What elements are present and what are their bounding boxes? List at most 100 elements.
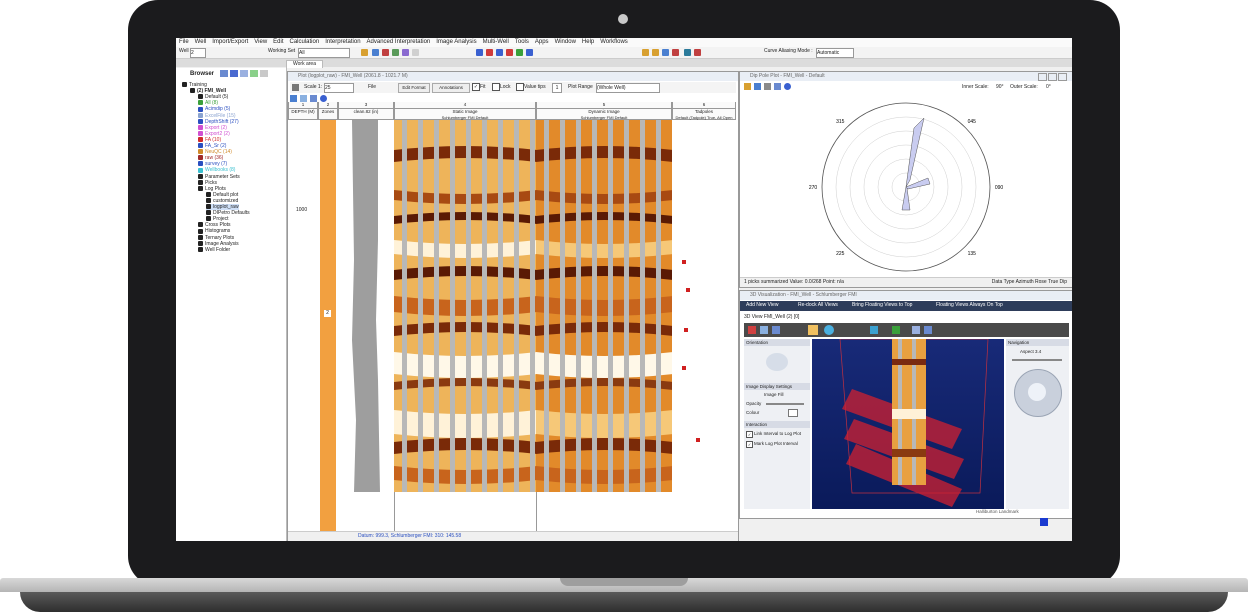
sn-icon[interactable] <box>496 49 503 56</box>
tree-item[interactable]: Export (2) <box>198 125 227 131</box>
always-on-top-button[interactable]: Floating Views Always On Top <box>936 302 1003 308</box>
refresh-icon[interactable] <box>320 95 327 102</box>
file-menu[interactable]: File <box>368 84 376 90</box>
tools-icon[interactable] <box>694 49 701 56</box>
outer-scale-value[interactable]: 0° <box>1046 84 1051 90</box>
3d-axes-icon[interactable] <box>870 326 878 334</box>
tree-item[interactable]: raw (36) <box>198 155 223 161</box>
track-header[interactable]: Zones <box>318 109 338 120</box>
chart-icon[interactable] <box>382 49 389 56</box>
tree-item[interactable]: Acimdip (5) <box>198 106 230 112</box>
annotations-button[interactable]: Annotations <box>432 83 470 93</box>
browser-home-icon[interactable] <box>220 70 228 77</box>
3d-cube-icon[interactable] <box>772 326 780 334</box>
redock-views-button[interactable]: Re-dock All Views <box>798 302 838 308</box>
maximize-icon[interactable] <box>1048 73 1057 81</box>
tree-item[interactable]: customized <box>206 198 238 204</box>
menu-item-window[interactable]: Window <box>552 38 579 47</box>
3d-color-icon[interactable] <box>748 326 756 334</box>
tree-item[interactable]: Cross Plots <box>198 222 231 228</box>
3d-rotate-icon[interactable] <box>824 325 834 335</box>
3d-view-tab[interactable]: 3D View FMI_Well (2) [0] <box>744 313 799 321</box>
browser-filter-icon[interactable] <box>240 70 248 77</box>
triangle-icon[interactable] <box>402 49 409 56</box>
value-tips-checkbox[interactable] <box>516 83 524 91</box>
menu-item-advanced-interpretation[interactable]: Advanced Interpretation <box>364 38 434 47</box>
add-new-view-button[interactable]: Add New View <box>746 302 778 308</box>
inner-scale-value[interactable]: 90° <box>996 84 1004 90</box>
browser-up-icon[interactable] <box>230 70 238 77</box>
tree-item[interactable]: Export2 (2) <box>198 131 230 137</box>
tree-item[interactable]: DIPetro Defaults <box>206 210 250 216</box>
opacity-slider[interactable] <box>766 403 804 405</box>
workflow-icon[interactable] <box>516 49 523 56</box>
tree-item[interactable]: (2) FMI_Well <box>190 88 226 94</box>
menu-item-tools[interactable]: Tools <box>512 38 532 47</box>
fit-checkbox[interactable]: ✓ <box>472 83 480 91</box>
zoom-icon[interactable] <box>300 95 307 102</box>
dip-refresh-icon[interactable] <box>784 83 791 90</box>
tree-item[interactable]: DepthShift (27) <box>198 119 239 125</box>
print-icon[interactable] <box>292 84 299 91</box>
edit-icon[interactable] <box>392 49 399 56</box>
tree-item[interactable]: Project <box>206 216 229 222</box>
minimize-icon[interactable] <box>1038 73 1047 81</box>
tree-item[interactable]: Log Plots <box>198 186 226 192</box>
browser-settings-icon[interactable] <box>260 70 268 77</box>
value-tips-input[interactable]: 1 <box>552 83 562 93</box>
track-header[interactable]: Static Image Schlumberger FMI Default <box>394 109 536 120</box>
dip-save-icon[interactable] <box>754 83 761 90</box>
track-header[interactable]: DEPTH (M) <box>288 109 318 120</box>
tree-item[interactable]: Image Analysis <box>198 241 239 247</box>
export-icon[interactable] <box>662 49 669 56</box>
3d-scene[interactable] <box>812 339 1004 509</box>
dip-print-icon[interactable] <box>764 83 771 90</box>
3d-save-icon[interactable] <box>924 326 932 334</box>
bring-to-top-button[interactable]: Bring Floating Views to Top <box>852 302 912 308</box>
tree-item[interactable]: Ternary Plots <box>198 235 234 241</box>
menu-item-apps[interactable]: Apps <box>532 38 552 47</box>
curve-icon[interactable] <box>372 49 379 56</box>
open-icon[interactable] <box>361 49 368 56</box>
tadpole-marker[interactable] <box>682 260 686 264</box>
nm-icon[interactable] <box>506 49 513 56</box>
dn-icon[interactable] <box>486 49 493 56</box>
tadpole-marker[interactable] <box>682 366 686 370</box>
close-icon[interactable] <box>1058 73 1067 81</box>
menu-item-help[interactable]: Help <box>579 38 597 47</box>
colour-swatch[interactable] <box>788 409 798 417</box>
tree-item[interactable]: Picks <box>198 180 217 186</box>
3d-copy-icon[interactable] <box>912 326 920 334</box>
menu-item-file[interactable]: File <box>176 38 192 47</box>
menu-item-image-analysis[interactable]: Image Analysis <box>433 38 479 47</box>
tadpole-marker[interactable] <box>686 288 690 292</box>
tree-item[interactable]: survey (7) <box>198 161 227 167</box>
lock-checkbox[interactable] <box>492 83 500 91</box>
tree-item[interactable]: ExcelFile (15) <box>198 113 236 119</box>
table-icon[interactable] <box>412 49 419 56</box>
track-header[interactable]: clean.82 (in) <box>338 109 394 120</box>
tree-item[interactable]: Default plot <box>206 192 238 198</box>
menu-item-view[interactable]: View <box>251 38 270 47</box>
working-set-select[interactable]: All <box>298 48 350 58</box>
menu-item-interpretation[interactable]: Interpretation <box>322 38 363 47</box>
track-header[interactable]: Tadpoles Default (Tadpole) True, All Open… <box>672 109 736 126</box>
dip-copy-icon[interactable] <box>774 83 781 90</box>
tree-item[interactable]: Training <box>182 82 207 88</box>
tab-work-area[interactable]: Work area <box>286 60 323 68</box>
curve-aliasing-select[interactable]: Automatic <box>816 48 854 58</box>
orientation-gizmo[interactable] <box>766 353 788 371</box>
menu-item-edit[interactable]: Edit <box>270 38 286 47</box>
menu-item-workflows[interactable]: Workflows <box>597 38 631 47</box>
tree-item[interactable]: logplot_raw <box>206 204 239 210</box>
scale-select[interactable]: 25 <box>324 83 354 93</box>
menu-item-import-export[interactable]: Import/Export <box>209 38 251 47</box>
3d-select-icon[interactable] <box>808 325 818 335</box>
depth-icon[interactable] <box>310 95 317 102</box>
tree-item[interactable]: Wellbooks (8) <box>198 167 235 173</box>
track-header[interactable]: Dynamic Image Schlumberger FMI Default <box>536 109 672 120</box>
tree-item[interactable]: Histograms <box>198 228 230 234</box>
menu-item-well[interactable]: Well <box>192 38 210 47</box>
globe-icon[interactable] <box>684 49 691 56</box>
edit-format-button[interactable]: Edit Format <box>398 83 430 93</box>
